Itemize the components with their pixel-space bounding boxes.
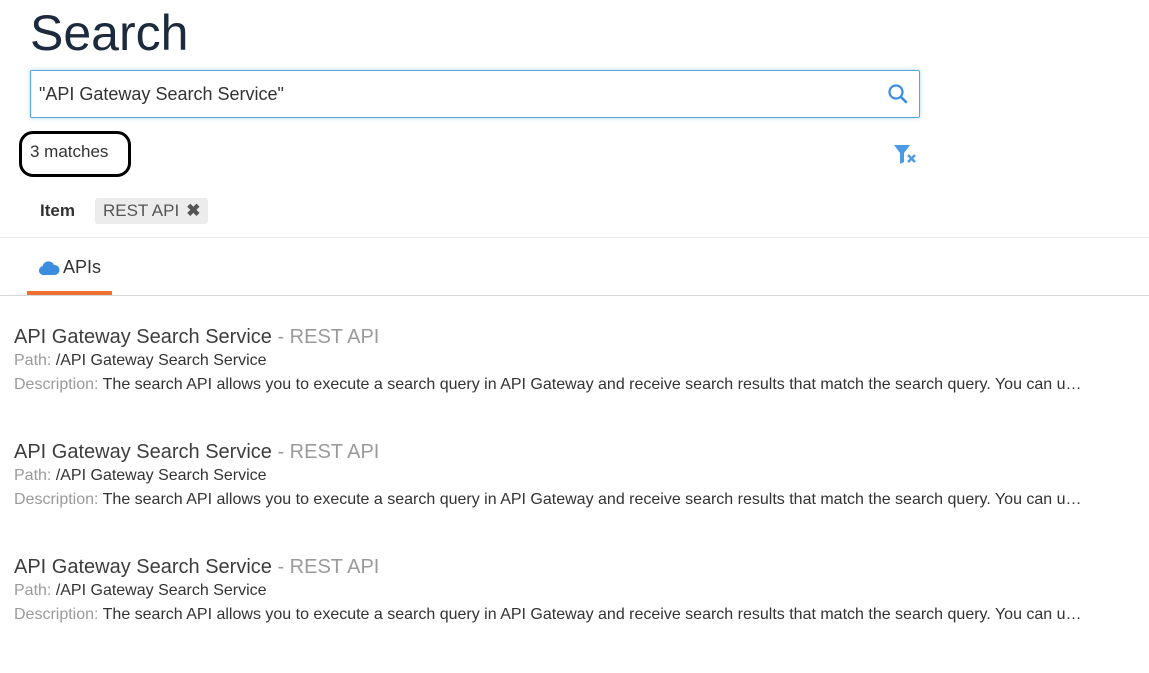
- filter-chip-label: REST API: [102, 201, 180, 220]
- tab-label: APIs: [62, 257, 101, 277]
- result-type: - REST API: [277, 556, 380, 578]
- path-label: Path:: [14, 352, 52, 369]
- remove-chip-icon[interactable]: ✖: [186, 201, 200, 221]
- result-item: API Gateway Search Service - REST API Pa…: [14, 440, 1084, 512]
- result-type: - REST API: [277, 326, 380, 348]
- description-value: The search API allows you to execute a s…: [102, 606, 1084, 623]
- cloud-icon: [38, 260, 60, 276]
- annotation-circle: [19, 131, 131, 177]
- description-label: Description:: [14, 491, 99, 508]
- result-title-link[interactable]: API Gateway Search Service: [14, 441, 272, 463]
- result-item: API Gateway Search Service - REST API Pa…: [14, 325, 1084, 397]
- description-label: Description:: [14, 606, 99, 623]
- description-label: Description:: [14, 376, 99, 393]
- result-type: - REST API: [277, 441, 380, 463]
- active-filters: Item REST API ✖: [40, 198, 209, 224]
- path-value: /API Gateway Search Service: [55, 352, 267, 369]
- path-value: /API Gateway Search Service: [55, 467, 267, 484]
- page-title: Search: [30, 5, 189, 61]
- search-input[interactable]: [31, 71, 887, 117]
- path-label: Path:: [14, 467, 52, 484]
- search-icon[interactable]: [887, 83, 909, 105]
- tabs-divider: [0, 295, 1149, 296]
- result-title-link[interactable]: API Gateway Search Service: [14, 326, 272, 348]
- search-box: [30, 70, 920, 118]
- description-value: The search API allows you to execute a s…: [102, 376, 1084, 393]
- filter-chip: REST API ✖: [94, 198, 209, 224]
- result-title-link[interactable]: API Gateway Search Service: [14, 556, 272, 578]
- tab-apis[interactable]: APIs: [27, 240, 112, 295]
- divider: [0, 237, 1149, 238]
- facet-label: Item: [40, 201, 75, 220]
- clear-filters-icon[interactable]: [893, 143, 917, 165]
- result-item: API Gateway Search Service - REST API Pa…: [14, 555, 1084, 627]
- description-value: The search API allows you to execute a s…: [102, 491, 1084, 508]
- path-label: Path:: [14, 582, 52, 599]
- path-value: /API Gateway Search Service: [55, 582, 267, 599]
